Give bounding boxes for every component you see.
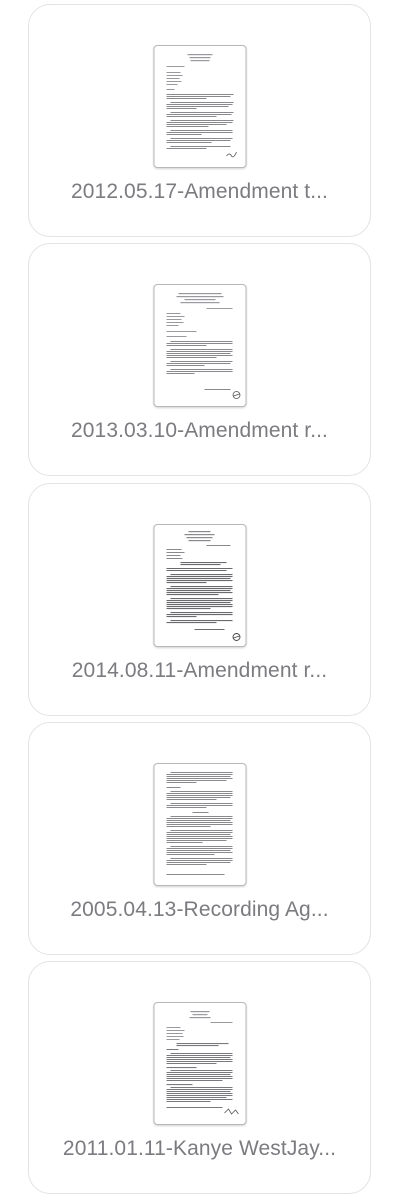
file-card[interactable]: 2012.05.17-Amendment t... xyxy=(28,4,371,237)
file-name: 2012.05.17-Amendment t... xyxy=(71,180,328,203)
document-thumbnail-icon xyxy=(153,1002,246,1125)
file-name: 2011.01.11-Kanye WestJay... xyxy=(62,1137,337,1160)
file-name: 2005.04.13-Recording Ag... xyxy=(70,898,329,921)
document-thumbnail-icon xyxy=(153,45,246,168)
file-name: 2013.03.10-Amendment r... xyxy=(71,419,328,442)
file-card[interactable]: 2013.03.10-Amendment r... xyxy=(28,243,371,476)
document-thumbnail-icon xyxy=(153,763,246,886)
file-name: 2014.08.11-Amendment r... xyxy=(71,659,328,682)
file-card[interactable]: 2011.01.11-Kanye WestJay... xyxy=(28,961,371,1194)
file-card[interactable]: 2014.08.11-Amendment r... xyxy=(28,483,371,716)
file-card[interactable]: 2005.04.13-Recording Ag... xyxy=(28,722,371,955)
document-thumbnail-icon xyxy=(153,524,246,647)
document-thumbnail-icon xyxy=(153,284,246,407)
